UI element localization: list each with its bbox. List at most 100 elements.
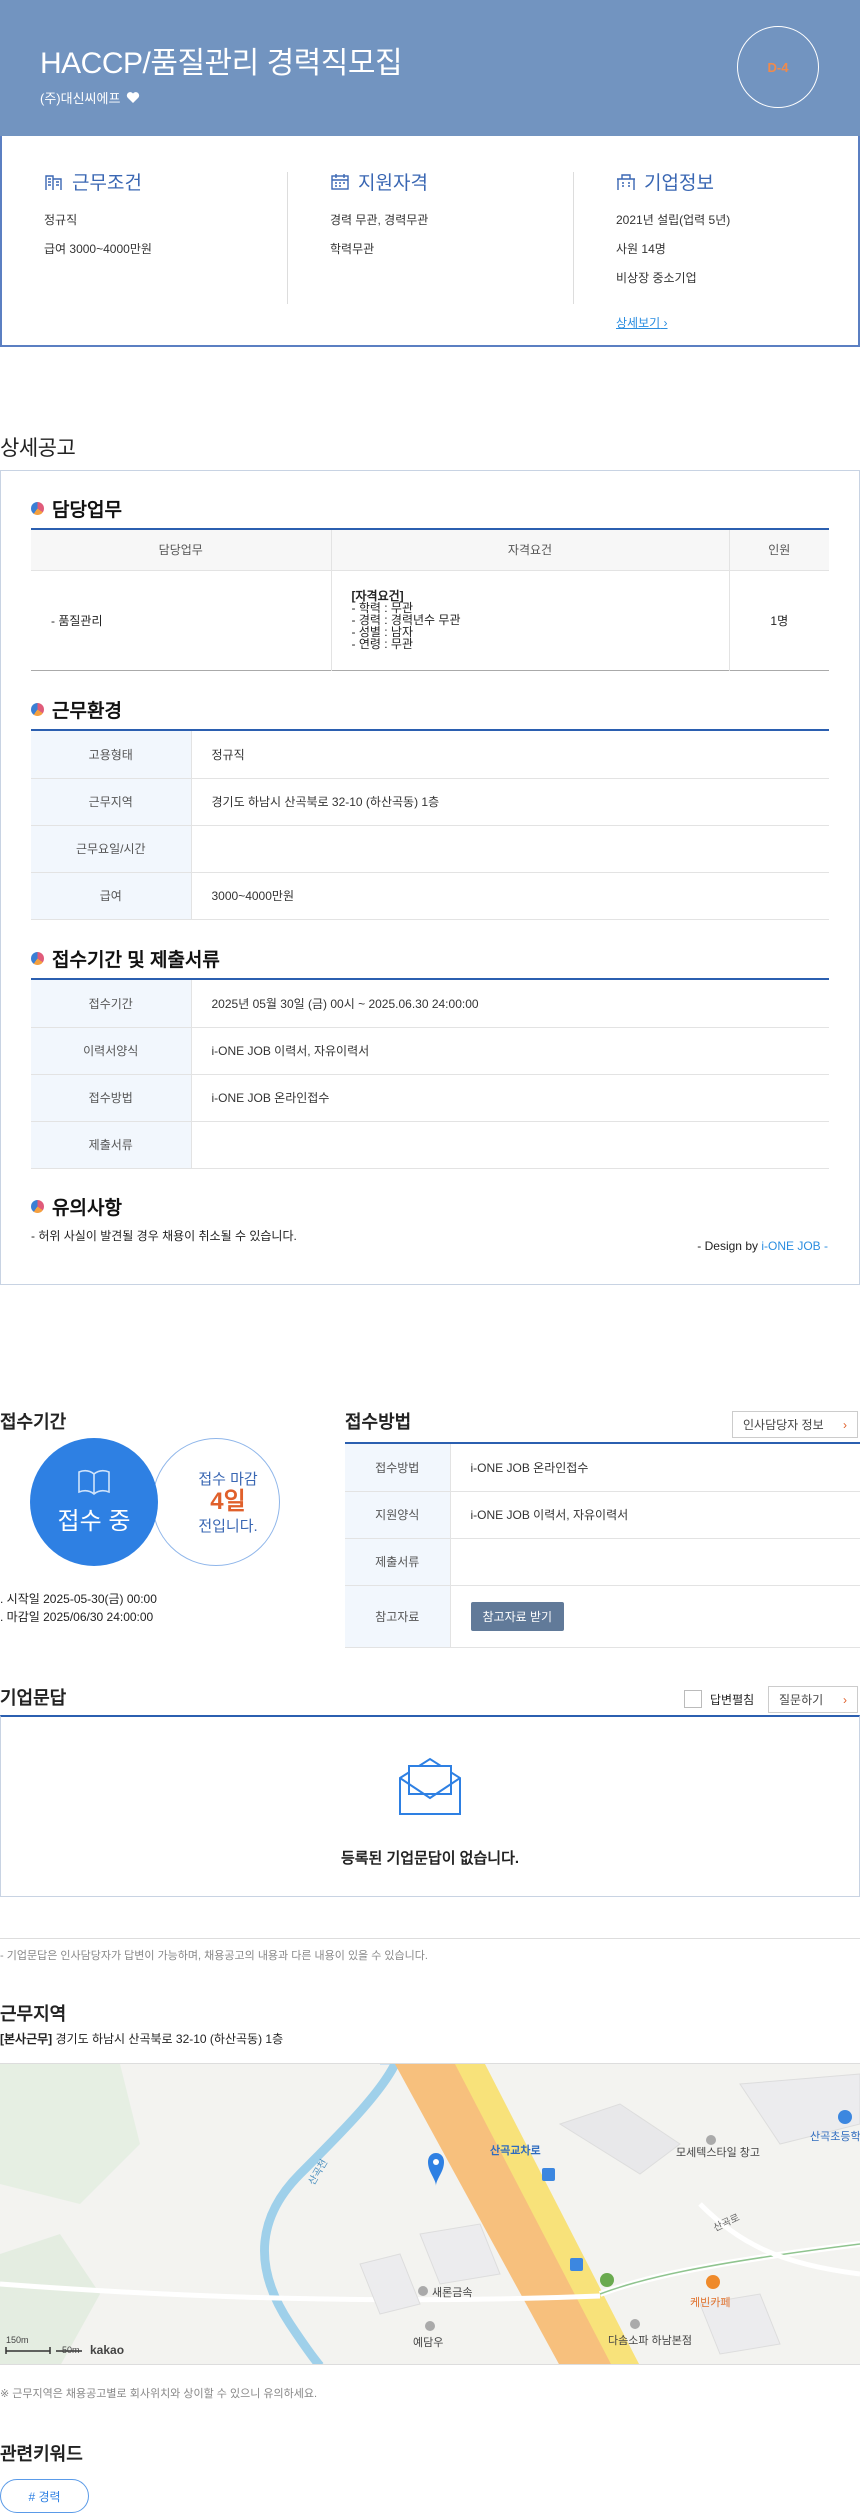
duty-table-wrap: 담당업무 자격요건 인원 - 품질관리 [자격요건] - 학력 : 무관 - 경… xyxy=(31,528,829,671)
row-value xyxy=(450,1538,860,1586)
table-row: 접수기간 2025년 05월 30일 (금) 00시 ~ 2025.06.30 2… xyxy=(31,980,829,1028)
location-map[interactable]: 산곡교차로 모세텍스타일 창고 산곡초등학 새론금속 예담우 다솜소파 하남본점… xyxy=(0,2063,860,2365)
building-icon xyxy=(45,174,62,190)
heart-icon[interactable] xyxy=(126,91,140,104)
duty-cell: - 품질관리 xyxy=(51,613,103,628)
detail-section-title: 상세공고 xyxy=(0,437,76,460)
bullet-dot-icon xyxy=(31,703,44,716)
row-value: i-ONE JOB 이력서, 자유이력서 xyxy=(450,1491,860,1539)
map-label: 새론금속 xyxy=(432,2287,473,2299)
row-value: 경기도 하남시 산곡북로 32-10 (하산곡동) 1층 xyxy=(191,778,829,826)
duty-table: 담당업무 자격요건 인원 - 품질관리 [자격요건] - 학력 : 무관 - 경… xyxy=(31,530,829,671)
table-row: 지원양식 i-ONE JOB 이력서, 자유이력서 xyxy=(345,1491,860,1539)
company-name[interactable]: (주)대신씨에프 xyxy=(40,88,140,107)
company-info-title: 기업정보 xyxy=(644,173,714,194)
reference-download-button[interactable]: 참고자료 받기 xyxy=(470,1601,565,1631)
table-row: 제출서류 xyxy=(31,1121,829,1169)
application-table: 접수기간 2025년 05월 30일 (금) 00시 ~ 2025.06.30 2… xyxy=(31,980,829,1169)
map-label: 예담우 xyxy=(413,2337,444,2349)
qna-title: 기업문답 xyxy=(0,1688,67,1708)
dday-badge: D-4 xyxy=(737,26,819,108)
method-table-wrap: 접수방법 i-ONE JOB 온라인접수 지원양식 i-ONE JOB 이력서, 자… xyxy=(345,1442,860,1648)
row-label: 근무지역 xyxy=(31,778,192,826)
kakao-logo[interactable]: kakao xyxy=(90,2343,124,2357)
environment-heading: 근무환경 xyxy=(31,696,122,723)
status-circle: 접수 중 xyxy=(30,1438,158,1566)
table-row: 이력서양식 i-ONE JOB 이력서, 자유이력서 xyxy=(31,1027,829,1075)
table-row: 근무지역 경기도 하남시 산곡북로 32-10 (하산곡동) 1층 xyxy=(31,778,829,826)
row-label: 급여 xyxy=(31,872,192,920)
expand-answers-toggle[interactable]: 답변펼침 xyxy=(684,1690,754,1708)
location-title: 근무지역 xyxy=(0,2004,67,2024)
table-header: 인원 xyxy=(728,530,829,571)
chevron-right-icon: › xyxy=(843,1417,847,1432)
chevron-right-icon: › xyxy=(663,316,668,330)
row-value: i-ONE JOB 온라인접수 xyxy=(450,1444,860,1492)
row-label: 지원양식 xyxy=(345,1491,451,1539)
row-label: 참고자료 xyxy=(345,1585,451,1648)
row-label: 접수기간 xyxy=(31,980,192,1028)
checkbox[interactable] xyxy=(684,1690,702,1708)
period-title: 접수기간 xyxy=(0,1412,67,1432)
map-scale-small: 150m xyxy=(6,2335,29,2345)
status-text: 접수 중 xyxy=(57,1507,131,1535)
job-header: HACCP/품질관리 경력직모집 (주)대신씨에프 D-4 xyxy=(0,0,860,136)
table-row: 접수방법 i-ONE JOB 온라인접수 xyxy=(31,1074,829,1122)
requirement-line: - 연령 : 무관 xyxy=(351,637,414,651)
row-label: 근무요일/시간 xyxy=(31,825,192,873)
row-value xyxy=(191,825,829,873)
application-table-wrap: 접수기간 2025년 05월 30일 (금) 00시 ~ 2025.06.30 2… xyxy=(31,978,829,1169)
ask-question-label: 질문하기 xyxy=(779,1693,824,1707)
location-note: ※ 근무지역은 채용공고별로 회사위치와 상이할 수 있으니 유의하세요. xyxy=(0,2388,318,2400)
row-value: i-ONE JOB 이력서, 자유이력서 xyxy=(191,1027,829,1075)
table-row: 제출서류 xyxy=(345,1538,860,1586)
end-date: . 마감일 2025/06/30 24:00:00 xyxy=(0,1610,154,1624)
table-row: 급여 3000~4000만원 xyxy=(31,872,829,920)
design-credit: - Design by i-ONE JOB - xyxy=(697,1239,828,1253)
row-label: 접수방법 xyxy=(31,1074,192,1122)
conditions-column: 근무조건 정규직 급여 3000~4000만원 xyxy=(44,168,294,269)
row-label: 고용형태 xyxy=(31,731,192,779)
hr-info-button[interactable]: 인사담당자 정보 › xyxy=(732,1411,858,1438)
job-title: HACCP/품질관리 경력직모집 xyxy=(40,47,403,80)
environment-table-wrap: 고용형태 정규직 근무지역 경기도 하남시 산곡북로 32-10 (하산곡동) 1층… xyxy=(31,729,829,920)
end-date-text: 마감일 2025/06/30 24:00:00 xyxy=(6,1610,154,1624)
duty-title: 담당업무 xyxy=(52,500,122,521)
keyword-tag[interactable]: # 경력 xyxy=(0,2479,89,2513)
days-left: 4일 xyxy=(210,1488,246,1515)
duty-heading: 담당업무 xyxy=(31,495,122,522)
row-label: 이력서양식 xyxy=(31,1027,192,1075)
office-icon xyxy=(617,173,635,190)
start-date-text: 시작일 2025-05-30(금) 00:00 xyxy=(6,1592,157,1606)
application-heading: 접수기간 및 제출서류 xyxy=(31,945,220,972)
divider xyxy=(573,172,574,304)
map-label: 산곡초등학 xyxy=(810,2131,860,2143)
design-credit-prefix: - Design by xyxy=(697,1239,762,1253)
company-info-item: 비상장 중소기업 xyxy=(616,271,697,285)
start-date: . 시작일 2025-05-30(금) 00:00 xyxy=(0,1592,157,1606)
book-icon xyxy=(78,1469,110,1495)
map-label: 산곡교차로 xyxy=(490,2145,541,2157)
qualification-item: 학력무관 xyxy=(330,242,375,256)
company-info-item: 2021년 설립(업력 5년) xyxy=(616,213,731,227)
ask-question-button[interactable]: 질문하기 › xyxy=(768,1686,858,1713)
row-value xyxy=(191,1121,829,1169)
qualification-item: 경력 무관, 경력무관 xyxy=(330,213,429,227)
location-address: [본사근무] 경기도 하남시 산곡북로 32-10 (하산곡동) 1층 xyxy=(0,2030,283,2047)
company-info-item: 사원 14명 xyxy=(616,242,666,256)
condition-item: 정규직 xyxy=(44,213,78,227)
company-info-column: 기업정보 2021년 설립(업력 5년) 사원 14명 비상장 중소기업 상세보… xyxy=(616,168,860,331)
location-address-text: 경기도 하남시 산곡북로 32-10 (하산곡동) 1층 xyxy=(55,2032,284,2046)
row-label: 제출서류 xyxy=(345,1538,451,1586)
table-row: 참고자료 참고자료 받기 xyxy=(345,1585,860,1648)
company-detail-link[interactable]: 상세보기 › xyxy=(616,314,668,331)
row-label: 접수방법 xyxy=(345,1444,451,1492)
table-row: - 품질관리 [자격요건] - 학력 : 무관 - 경력 : 경력년수 무관 -… xyxy=(31,570,829,670)
period-dates: . 시작일 2025-05-30(금) 00:00 . 마감일 2025/06/… xyxy=(0,1590,157,1626)
days-suffix: 전입니다. xyxy=(198,1518,258,1535)
qna-note: - 기업문답은 인사담당자가 답변이 가능하며, 채용공고의 내용과 다른 내용… xyxy=(0,1950,428,1962)
table-header: 자격요건 xyxy=(330,530,729,571)
design-credit-brand[interactable]: i-ONE JOB - xyxy=(761,1239,828,1253)
row-value: 참고자료 받기 xyxy=(450,1585,860,1648)
requirement-cell: [자격요건] - 학력 : 무관 - 경력 : 경력년수 무관 - 성별 : 남… xyxy=(330,570,729,670)
